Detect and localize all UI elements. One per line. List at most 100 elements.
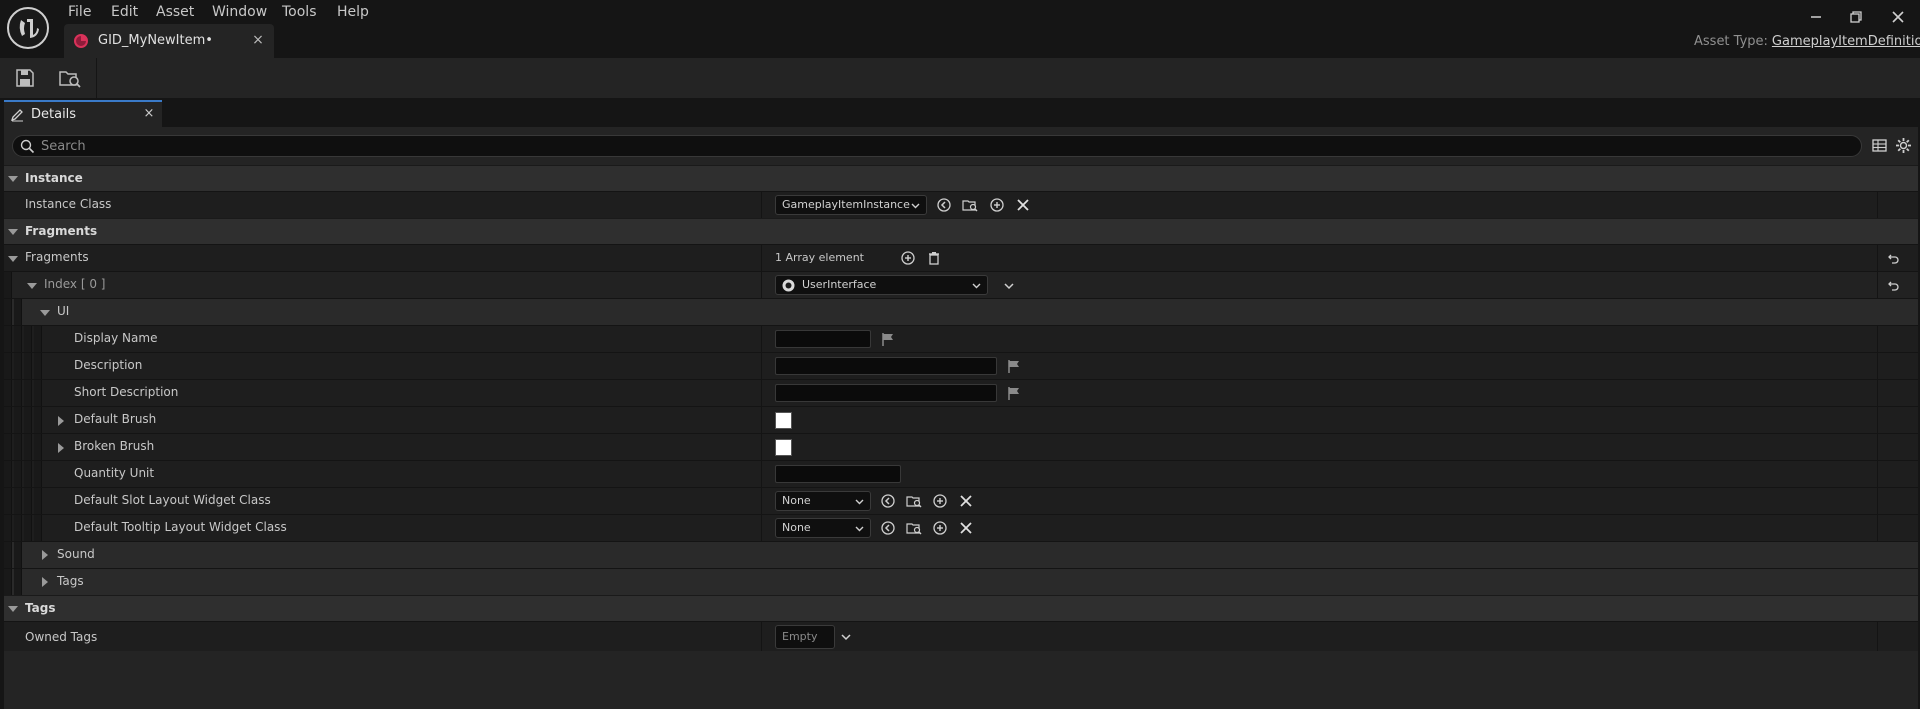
add-element-icon[interactable] — [900, 250, 916, 266]
collapse-arrow-icon[interactable] — [8, 229, 18, 235]
brush-swatch[interactable] — [775, 439, 792, 456]
property-label: Description — [74, 358, 143, 372]
collapse-arrow-icon[interactable] — [40, 310, 50, 316]
flag-icon[interactable] — [1006, 358, 1022, 374]
column-splitter — [761, 353, 762, 379]
asset-tab[interactable]: GID_MyNewItem• × — [64, 24, 274, 58]
short-description-field[interactable] — [775, 384, 997, 402]
property-label: Default Tooltip Layout Widget Class — [74, 520, 287, 534]
details-close-icon[interactable]: × — [142, 106, 156, 122]
add-icon[interactable] — [932, 520, 948, 536]
add-icon[interactable] — [989, 197, 1005, 213]
menu-file[interactable]: File — [68, 3, 91, 21]
indent-guide — [4, 353, 12, 379]
tab-close-icon[interactable]: × — [250, 32, 266, 48]
search-box[interactable] — [12, 135, 1862, 157]
collapse-arrow-icon[interactable] — [8, 606, 18, 612]
slot-layout-combo[interactable]: None — [775, 491, 871, 511]
quantity-unit-field[interactable] — [775, 465, 901, 483]
restore-icon[interactable] — [1845, 6, 1867, 28]
expand-arrow-icon[interactable] — [58, 443, 64, 453]
expand-arrow-icon[interactable] — [42, 577, 48, 587]
clear-icon[interactable] — [958, 520, 974, 536]
indent-guide — [14, 542, 22, 568]
flag-icon[interactable] — [880, 331, 896, 347]
clear-icon[interactable] — [958, 493, 974, 509]
clear-icon[interactable] — [1015, 197, 1031, 213]
category-fragments[interactable]: Fragments — [4, 218, 1918, 244]
browse-icon[interactable] — [906, 493, 922, 509]
search-input[interactable] — [41, 136, 1841, 156]
title-bar: File Edit Asset Window Tools Help GID_My… — [0, 0, 1920, 58]
indent-guide — [34, 515, 42, 541]
fragment-type-combo[interactable]: UserInterface — [775, 275, 988, 295]
chevron-down-icon[interactable] — [838, 629, 854, 645]
category-label: UI — [57, 304, 70, 318]
collapse-arrow-icon[interactable] — [27, 283, 37, 289]
details-tab[interactable]: Details × — [4, 100, 162, 127]
search-icon — [20, 139, 35, 154]
column-splitter — [761, 434, 762, 460]
asset-type-link[interactable]: GameplayItemDefinition — [1772, 34, 1920, 49]
menu-tools[interactable]: Tools — [282, 3, 317, 21]
unreal-logo-icon[interactable] — [6, 6, 50, 50]
indent-guide — [24, 353, 32, 379]
collapse-arrow-icon[interactable] — [8, 256, 18, 262]
property-row-index-0: Index [ 0 ] UserInterface — [4, 271, 1918, 298]
indent-guide — [34, 407, 42, 433]
close-window-icon[interactable] — [1887, 6, 1909, 28]
indent-guide — [4, 299, 12, 325]
expand-arrow-icon[interactable] — [42, 550, 48, 560]
save-icon[interactable] — [12, 65, 38, 91]
property-label: Short Description — [74, 385, 179, 399]
add-icon[interactable] — [932, 493, 948, 509]
indent-guide — [24, 434, 32, 460]
trash-icon[interactable] — [926, 250, 942, 266]
flag-icon[interactable] — [1006, 385, 1022, 401]
chevron-down-icon[interactable] — [1001, 278, 1017, 294]
column-splitter — [1877, 461, 1878, 487]
column-splitter — [761, 380, 762, 406]
subcategory-sound[interactable]: Sound — [4, 541, 1918, 568]
column-splitter — [761, 622, 762, 651]
use-selected-icon[interactable] — [936, 197, 952, 213]
property-row-description: Description — [4, 352, 1918, 379]
minimize-icon[interactable] — [1805, 6, 1827, 28]
use-selected-icon[interactable] — [880, 520, 896, 536]
indent-guide — [24, 515, 32, 541]
use-selected-icon[interactable] — [880, 493, 896, 509]
details-panel: Instance Instance Class GameplayItemInst… — [4, 127, 1918, 709]
combo-value: Empty — [782, 630, 818, 643]
indent-guide — [34, 434, 42, 460]
owned-tags-combo[interactable]: Empty — [775, 625, 835, 649]
browse-icon[interactable] — [962, 197, 978, 213]
property-label: Display Name — [74, 331, 158, 345]
gear-icon[interactable] — [1895, 137, 1912, 154]
brush-swatch[interactable] — [775, 412, 792, 429]
instance-class-combo[interactable]: GameplayItemInstance — [775, 195, 927, 215]
reset-to-default-icon[interactable] — [1886, 252, 1900, 266]
category-tags[interactable]: Tags — [4, 595, 1918, 621]
table-view-icon[interactable] — [1871, 137, 1888, 154]
indent-guide — [24, 461, 32, 487]
description-field[interactable] — [775, 357, 997, 375]
reset-to-default-icon[interactable] — [1886, 279, 1900, 293]
subcategory-tags[interactable]: Tags — [4, 568, 1918, 595]
collapse-arrow-icon[interactable] — [8, 176, 18, 182]
menu-edit[interactable]: Edit — [111, 3, 138, 21]
tooltip-layout-combo[interactable]: None — [775, 518, 871, 538]
asset-type-label: Asset Type: — [1694, 34, 1768, 49]
menu-asset[interactable]: Asset — [156, 3, 194, 21]
expand-arrow-icon[interactable] — [58, 416, 64, 426]
indent-guide — [34, 326, 42, 352]
browse-to-asset-icon[interactable] — [57, 65, 83, 91]
category-label: Instance — [25, 171, 83, 185]
category-instance[interactable]: Instance — [4, 165, 1918, 191]
column-splitter — [761, 407, 762, 433]
subcategory-ui[interactable]: UI — [4, 298, 1918, 325]
menu-window[interactable]: Window — [212, 3, 267, 21]
property-label: Default Brush — [74, 412, 157, 426]
browse-icon[interactable] — [906, 520, 922, 536]
display-name-field[interactable] — [775, 330, 871, 348]
menu-help[interactable]: Help — [337, 3, 369, 21]
